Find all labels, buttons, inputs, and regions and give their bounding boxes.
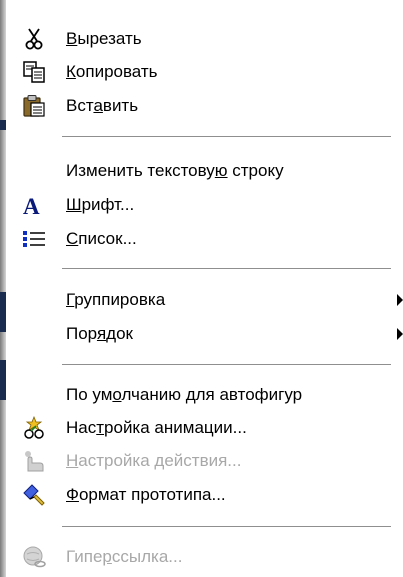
copy-icon [22,60,46,84]
menu-item-label: Копировать [66,62,158,81]
menu-item-label: Настройка действия... [66,451,242,470]
menu-item-label: Изменить текстовую строку [66,161,284,180]
format-icon [22,483,46,507]
menu-item-paste[interactable]: Вставить [6,91,403,121]
menu-item-group[interactable]: Группировка [6,285,403,315]
menu-item-edit-text[interactable]: Изменить текстовую строку [6,156,403,186]
menu-item-label: По умолчанию для автофигур [66,385,303,404]
submenu-arrow-icon [397,328,403,340]
menu-item-format-prototype[interactable]: Формат прототипа... [6,480,403,510]
menu-item-copy[interactable]: Копировать [6,57,403,87]
menu-item-label: Настройка анимации... [66,418,247,437]
menu-item-order[interactable]: Порядок [6,319,403,349]
menu-item-label: Группировка [66,290,166,309]
paste-icon [22,94,46,118]
animation-icon [22,415,46,440]
menu-separator [62,526,391,528]
menu-item-label: Список... [66,229,137,248]
svg-text:A: A [23,194,40,217]
menu-item-label: Шрифт... [66,195,135,214]
scissors-icon [22,27,46,51]
context-menu: Вырезать Копировать Вставить Изменить те… [0,0,403,577]
menu-item-label: Порядок [66,324,133,343]
menu-item-autoshape-default[interactable]: По умолчанию для автофигур [6,380,403,410]
hyperlink-icon [22,545,46,569]
menu-item-animation[interactable]: Настройка анимации... [6,413,403,443]
submenu-arrow-icon [397,294,403,306]
menu-separator [62,364,391,366]
font-icon: A [22,193,46,219]
menu-separator [62,136,391,138]
menu-item-hyperlink: Гиперссылка... [6,542,403,572]
menu-separator [62,268,391,270]
menu-item-label: Вставить [66,96,139,115]
menu-item-action: Настройка действия... [6,446,403,476]
action-icon [22,449,46,473]
menu-item-label: Гиперссылка... [66,547,183,566]
menu-item-cut[interactable]: Вырезать [6,24,403,54]
menu-item-label: Формат прототипа... [66,485,226,504]
menu-item-font[interactable]: A Шрифт... [6,190,403,220]
menu-item-label: Вырезать [66,29,142,48]
list-icon [22,227,46,251]
menu-item-list[interactable]: Список... [6,224,403,254]
